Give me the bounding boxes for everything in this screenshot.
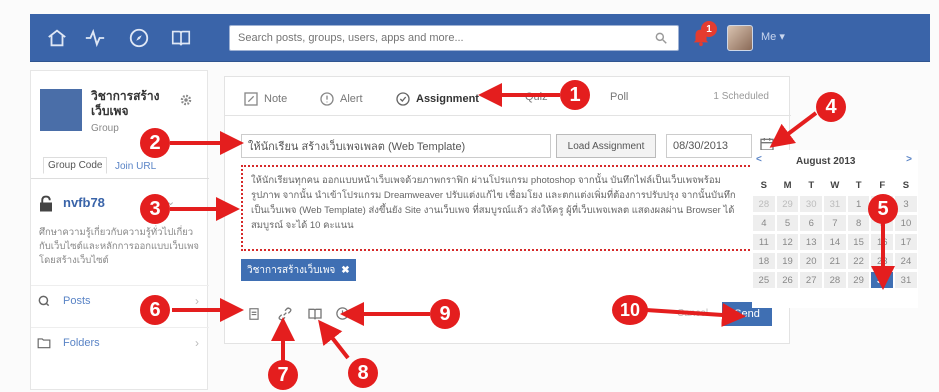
annotation-marker: 8 <box>348 358 378 388</box>
annotation-marker: 7 <box>268 360 298 390</box>
annotation-marker: 10 <box>612 295 648 325</box>
annotation-marker: 9 <box>430 299 460 329</box>
annotation-marker: 2 <box>140 128 170 158</box>
annotation-marker: 5 <box>868 194 898 224</box>
screen: 1 Me ▾ วิชาการสร้างเว็บเพจ Group Group C… <box>0 0 939 392</box>
annotation-marker: 3 <box>140 194 170 224</box>
annotation-marker: 6 <box>140 295 170 325</box>
annotation-marker: 4 <box>816 92 846 122</box>
annotation-arrows <box>170 83 895 362</box>
annotation-marker: 1 <box>560 80 590 110</box>
